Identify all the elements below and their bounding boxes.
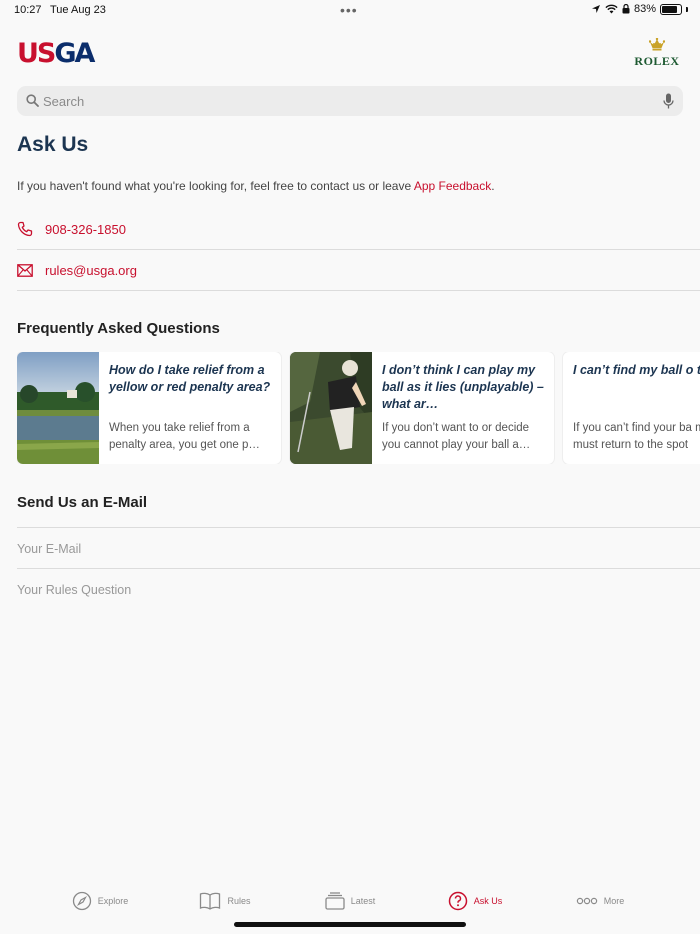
tab-label: Latest [350, 896, 376, 906]
tab-rules[interactable]: Rules [163, 880, 288, 922]
phone-number[interactable]: 908-326-1850 [45, 222, 126, 237]
lock-rotation-icon [622, 4, 630, 14]
question-field-row[interactable] [17, 568, 700, 610]
tab-label: Explore [97, 896, 129, 906]
tab-explore[interactable]: Explore [38, 880, 163, 922]
faq-carousel[interactable]: How do I take relief from a yellow or re… [17, 352, 700, 464]
intro-text: If you haven't found what you're looking… [17, 179, 495, 193]
tab-ask-us[interactable]: Ask Us [413, 880, 538, 922]
search-icon [26, 94, 39, 107]
rules-question-field[interactable] [17, 569, 700, 610]
page-title: Ask Us [17, 133, 89, 156]
faq-card[interactable]: I can’t find my ball o three minutes – w… [563, 352, 700, 464]
tab-label: Ask Us [473, 896, 503, 906]
compass-icon [72, 891, 91, 911]
faq-card[interactable]: How do I take relief from a yellow or re… [17, 352, 281, 464]
email-address[interactable]: rules@usga.org [45, 263, 137, 278]
stack-icon [325, 892, 345, 910]
app-feedback-link[interactable]: App Feedback [414, 179, 491, 193]
faq-question: I can’t find my ball o three minutes – w… [573, 363, 700, 377]
email-field-row[interactable] [17, 527, 700, 569]
faq-answer: When you take relief from a penalty area… [109, 422, 260, 451]
wifi-icon [605, 4, 618, 14]
crown-icon [648, 37, 666, 51]
rolex-wordmark: ROLEX [634, 54, 680, 68]
phone-icon [17, 220, 35, 238]
faq-question: I don’t think I can play my ball as it l… [382, 363, 544, 411]
status-time: 10:27 [14, 4, 42, 16]
status-date: Tue Aug 23 [50, 4, 106, 16]
status-bar: 10:27 Tue Aug 23 ••• 83% [0, 0, 700, 22]
tab-label: Rules [227, 896, 251, 906]
rolex-logo[interactable]: ROLEX [631, 37, 683, 69]
question-icon [448, 891, 467, 911]
email-field[interactable] [17, 528, 700, 569]
faq-card[interactable]: I don’t think I can play my ball as it l… [290, 352, 554, 464]
search-input[interactable] [43, 86, 643, 116]
status-indicators: 83% [591, 3, 688, 15]
phone-contact-row[interactable]: 908-326-1850 [17, 209, 700, 250]
tab-more[interactable]: More [538, 880, 663, 922]
faq-question: How do I take relief from a yellow or re… [109, 363, 271, 394]
email-contact-row[interactable]: rules@usga.org [17, 250, 700, 291]
multitasking-dots-icon[interactable]: ••• [340, 2, 358, 18]
home-indicator[interactable] [234, 922, 466, 927]
faq-answer: If you can’t find your ba minutes, it is… [573, 422, 700, 451]
usga-logo[interactable]: USGA [17, 38, 95, 69]
tab-label: More [603, 896, 625, 906]
email-section-title: Send Us an E-Mail [17, 494, 148, 511]
faq-title: Frequently Asked Questions [17, 320, 220, 337]
location-icon [591, 5, 600, 13]
search-bar[interactable] [17, 86, 683, 116]
tab-bar: Explore Rules Latest Ask Us More [0, 880, 700, 922]
faq-image-golfer-in-rough [290, 352, 372, 464]
microphone-icon[interactable] [663, 93, 674, 109]
battery-icon [660, 3, 682, 15]
battery-percent: 83% [633, 3, 656, 15]
envelope-icon [17, 261, 35, 279]
faq-image-golf-course [17, 352, 99, 464]
ellipsis-icon [576, 897, 597, 905]
faq-answer: If you don’t want to or decide you canno… [382, 422, 531, 451]
book-icon [200, 892, 221, 910]
tab-latest[interactable]: Latest [288, 880, 413, 922]
